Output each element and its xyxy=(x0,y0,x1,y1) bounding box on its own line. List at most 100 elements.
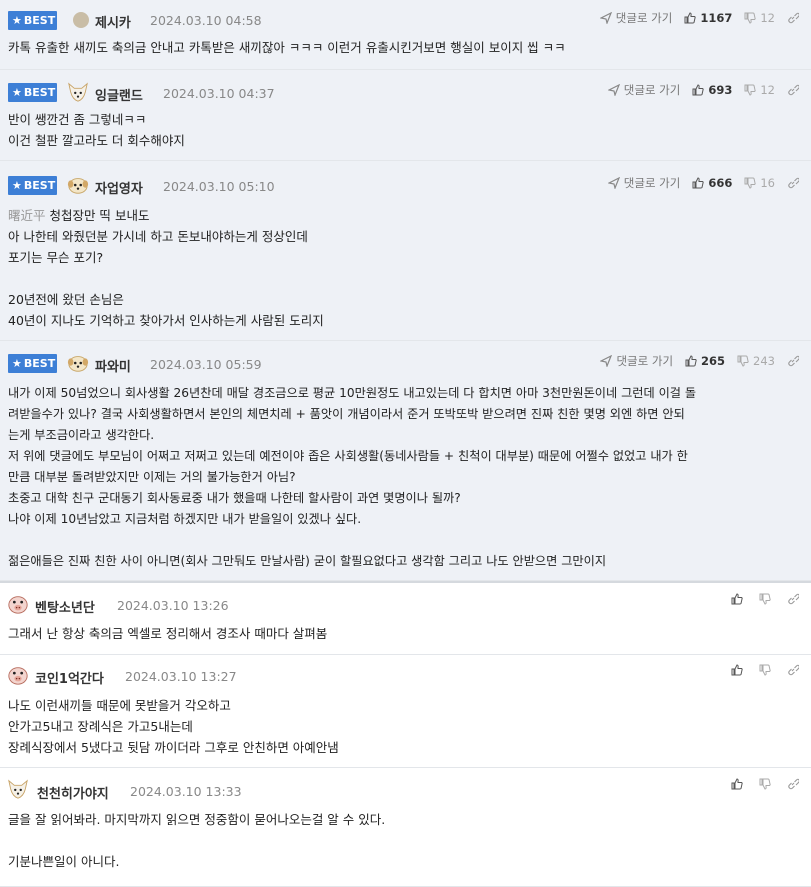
upvote-button[interactable]: 666 xyxy=(692,176,732,190)
thumbs-down-icon xyxy=(759,664,771,676)
comment-line: 젊은애들은 진짜 친한 사이 아니면(회사 그만둬도 만날사람) 굳이 할필요없… xyxy=(8,554,607,568)
comment-actions: 댓글로 가기 666 16 xyxy=(607,175,799,191)
send-icon xyxy=(607,177,620,189)
comment-nickname[interactable]: 벤탕소년단 xyxy=(35,597,95,616)
upvote-button[interactable] xyxy=(731,664,747,676)
comment-line: 카톡 유출한 새끼도 축의금 안내고 카톡받은 새끼잖아 ㅋㅋㅋ 이런거 유출시… xyxy=(8,40,566,55)
comment-line: 반이 쌩깐건 좀 그렇네ㅋㅋ xyxy=(8,112,147,127)
comment-line: 려받을수가 있나? 결국 사회생활하면서 본인의 체면치레 + 품앗이 개념이라… xyxy=(8,407,685,421)
comment-actions: 댓글로 가기 265 243 xyxy=(600,353,799,369)
upvote-button[interactable]: 1167 xyxy=(684,11,732,25)
thumbs-down-icon xyxy=(759,593,771,605)
comment-line: 만큼 대부분 돌려받았지만 이제는 거의 불가능한거 아님? xyxy=(8,470,296,484)
comment-line: 는게 부조금이라고 생각한다. xyxy=(8,428,155,442)
upvote-button[interactable]: 693 xyxy=(692,83,732,97)
comment-item: ★ BEST 제시카 2024.03.10 04:58 댓글로 가기 1167 1… xyxy=(0,0,811,70)
thumbs-down-icon xyxy=(744,12,757,24)
downvote-button[interactable] xyxy=(759,778,775,790)
comment-line: 포기는 무슨 포기? xyxy=(8,250,104,265)
thumbs-up-icon xyxy=(731,664,743,676)
downvote-button[interactable]: 243 xyxy=(737,354,775,368)
comment-line: 내가 이제 50넘었으니 회사생활 26년찬데 매달 경조금으로 평균 10만원… xyxy=(8,386,697,400)
comment-line: 아 나한테 와줬던분 가시네 하고 돈보내야하는게 정상인데 xyxy=(8,229,308,244)
best-badge: ★ BEST xyxy=(8,11,57,30)
upvote-button[interactable] xyxy=(731,778,747,790)
copy-link-button[interactable] xyxy=(787,664,799,676)
reply-link[interactable]: 댓글로 가기 xyxy=(607,82,680,98)
thumbs-up-icon xyxy=(731,593,743,605)
downvote-button[interactable] xyxy=(759,593,775,605)
comment-body: 반이 쌩깐건 좀 그렇네ㅋㅋ 이건 철판 깔고라도 더 회수해야지 xyxy=(0,109,195,151)
reply-link[interactable]: 댓글로 가기 xyxy=(607,175,680,191)
round-avatar-icon xyxy=(73,12,89,28)
comment-body: 카톡 유출한 새끼도 축의금 안내고 카톡받은 새끼잖아 ㅋㅋㅋ 이런거 유출시… xyxy=(0,37,576,58)
upvote-button[interactable] xyxy=(731,593,747,605)
copy-link-button[interactable] xyxy=(787,593,799,605)
comment-item: ★ BEST 자업영자 2024.03.10 05:10 댓글로 가기 666 1… xyxy=(0,161,811,341)
thumbs-up-icon xyxy=(692,177,705,189)
reply-link[interactable]: 댓글로 가기 xyxy=(600,353,673,369)
comment-body: 그래서 난 항상 축의금 엑셀로 정리해서 경조사 때마다 살펴봄 xyxy=(0,623,337,644)
comment-date: 2024.03.10 13:26 xyxy=(117,598,229,613)
reply-link[interactable]: 댓글로 가기 xyxy=(599,10,672,26)
best-badge: ★ BEST xyxy=(8,83,57,102)
downvote-button[interactable]: 12 xyxy=(744,11,775,25)
comment-nickname[interactable]: 잉글랜드 xyxy=(95,85,143,104)
comment-nickname[interactable]: 자업영자 xyxy=(95,178,143,197)
link-icon xyxy=(788,84,799,96)
comment-nickname[interactable]: 코인1억간다 xyxy=(35,668,104,687)
link-icon xyxy=(788,778,799,790)
comment-date: 2024.03.10 04:37 xyxy=(163,86,275,101)
comment-actions xyxy=(719,664,799,676)
mention-tag[interactable]: 曙近平 xyxy=(8,208,46,223)
pig-avatar-icon xyxy=(7,664,29,686)
puppy-avatar-icon xyxy=(67,356,89,372)
thumbs-down-icon xyxy=(737,355,749,367)
fox-avatar-icon xyxy=(68,82,88,102)
comment-date: 2024.03.10 13:27 xyxy=(125,669,237,684)
thumbs-down-icon xyxy=(759,778,771,790)
link-icon xyxy=(788,593,799,605)
thumbs-up-icon xyxy=(731,778,743,790)
comment-list: ★ BEST 제시카 2024.03.10 04:58 댓글로 가기 1167 1… xyxy=(0,0,811,887)
comment-line: 안가고5내고 장례식은 가고5내는데 xyxy=(8,719,193,734)
copy-link-button[interactable] xyxy=(787,355,799,367)
copy-link-button[interactable] xyxy=(787,12,799,24)
comment-line: 나야 이제 10년남았고 지금처럼 하겠지만 내가 받을일이 있겠나 싶다. xyxy=(8,512,362,526)
thumbs-up-icon xyxy=(685,355,697,367)
comment-body: 내가 이제 50넘었으니 회사생활 26년찬데 매달 경조금으로 평균 10만원… xyxy=(0,383,706,572)
upvote-button[interactable]: 265 xyxy=(685,354,725,368)
thumbs-down-icon xyxy=(744,177,757,189)
comment-nickname[interactable]: 천천히가야지 xyxy=(37,783,109,802)
copy-link-button[interactable] xyxy=(787,177,799,189)
copy-link-button[interactable] xyxy=(787,84,799,96)
comment-line: 장례식장에서 5냈다고 뒷담 까이더라 그후로 안친하면 아예안냄 xyxy=(8,740,339,755)
comment-item: 천천히가야지 2024.03.10 13:33 글을 잘 읽어봐라. 마지막까지… xyxy=(0,768,811,887)
downvote-button[interactable]: 12 xyxy=(744,83,775,97)
downvote-button[interactable] xyxy=(759,664,775,676)
comment-date: 2024.03.10 05:59 xyxy=(150,357,262,372)
comment-item: ★ BEST 잉글랜드 2024.03.10 04:37 댓글로 가기 693 1… xyxy=(0,70,811,161)
puppy-avatar-icon xyxy=(67,178,89,194)
comment-body: 글을 잘 읽어봐라. 마지막까지 읽으면 정중함이 묻어나오는걸 알 수 있다.… xyxy=(0,809,395,872)
comment-line: 초중고 대학 친구 군대동기 회사동료중 내가 했을때 나한테 할사람이 과연 … xyxy=(8,491,461,505)
link-icon xyxy=(788,664,799,676)
comment-body: 曙近平 청첩장만 띡 보내도 아 나한테 와줬던분 가시네 하고 돈보내야하는게… xyxy=(0,205,334,331)
pig-avatar-icon xyxy=(7,593,29,615)
comment-nickname[interactable]: 제시카 xyxy=(95,12,131,31)
comment-date: 2024.03.10 13:33 xyxy=(130,784,242,799)
comment-line: 그래서 난 항상 축의금 엑셀로 정리해서 경조사 때마다 살펴봄 xyxy=(8,626,328,641)
send-icon xyxy=(600,355,613,367)
best-badge: ★ BEST xyxy=(8,176,57,195)
comment-line: 기분나쁜일이 아니다. xyxy=(8,854,120,869)
comment-line: 40년이 지나도 기억하고 찾아가서 인사하는게 사람된 도리지 xyxy=(8,313,324,328)
thumbs-up-icon xyxy=(684,12,697,24)
copy-link-button[interactable] xyxy=(787,778,799,790)
star-icon: ★ xyxy=(12,86,22,99)
comment-line: 청첩장만 띡 보내도 xyxy=(49,208,150,223)
comment-nickname[interactable]: 파와미 xyxy=(95,356,131,375)
star-icon: ★ xyxy=(12,357,22,370)
downvote-button[interactable]: 16 xyxy=(744,176,775,190)
comment-actions: 댓글로 가기 1167 12 xyxy=(599,10,799,26)
